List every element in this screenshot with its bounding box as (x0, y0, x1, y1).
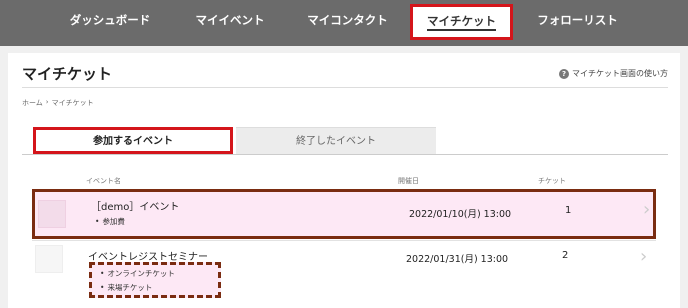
ticket-type: • オンラインチケット (100, 269, 175, 278)
nav-item-my-events[interactable]: マイイベント (180, 0, 280, 46)
top-navigation: ダッシュボード マイイベント マイコンタクト マイチケット フォローリスト (0, 0, 688, 46)
nav-item-dashboard[interactable]: ダッシュボード (60, 0, 160, 46)
tab-label: 参加するイベント (93, 136, 173, 147)
tab-label: 終了したイベント (296, 136, 376, 147)
tab-past-events[interactable]: 終了したイベント (236, 127, 436, 154)
event-name: ［demo］イベント (91, 202, 180, 213)
event-name: イベントレジストセミナー (88, 252, 208, 263)
nav-item-follow-list[interactable]: フォローリスト (525, 0, 630, 46)
ticket-type: • 参加費 (95, 217, 125, 226)
event-date: 2022/01/31(月) 13:00 (406, 254, 509, 265)
nav-item-label: マイチケット (427, 14, 496, 31)
ticket-count: 2 (562, 250, 569, 261)
row-divider (32, 240, 656, 241)
breadcrumb: ホーム › マイチケット (22, 98, 94, 108)
tab-upcoming-events[interactable]: 参加するイベント (33, 127, 233, 154)
chevron-right-icon: › (643, 199, 651, 220)
question-icon: ? (559, 68, 569, 79)
help-link[interactable]: ? マイチケット画面の使い方 (559, 68, 668, 79)
ticket-type-label: オンラインチケット (107, 269, 175, 278)
help-link-label: マイチケット画面の使い方 (572, 69, 668, 78)
nav-item-label: マイイベント (195, 13, 265, 27)
chevron-right-icon: › (640, 246, 648, 267)
nav-item-label: フォローリスト (537, 13, 618, 27)
ticket-type-list: • オンラインチケット • 来場チケット (89, 262, 221, 298)
column-header-ticket: チケット (538, 177, 566, 185)
event-thumbnail (38, 200, 66, 228)
table-row[interactable]: イベントレジストセミナー • オンラインチケット • 来場チケット 2022/01/… (32, 243, 656, 308)
ticket-type-label: 参加費 (102, 217, 125, 226)
main-card: マイチケット ? マイチケット画面の使い方 ホーム › マイチケット 参加するイ… (8, 53, 680, 308)
event-thumbnail (35, 245, 63, 273)
ticket-type-label: 来場チケット (107, 283, 153, 292)
tab-divider (22, 154, 668, 155)
column-header-date: 開催日 (398, 177, 419, 185)
nav-item-my-tickets[interactable]: マイチケット (410, 4, 513, 40)
page-title: マイチケット (22, 65, 113, 83)
divider (22, 87, 668, 88)
table-row[interactable]: ［demo］イベント • 参加費 2022/01/10(月) 13:00 1 › (32, 189, 656, 239)
nav-item-label: ダッシュボード (69, 13, 151, 27)
ticket-count: 1 (565, 205, 572, 216)
nav-item-my-contacts[interactable]: マイコンタクト (295, 0, 400, 46)
breadcrumb-home[interactable]: ホーム (22, 98, 43, 108)
event-date: 2022/01/10(月) 13:00 (409, 209, 512, 220)
breadcrumb-current: マイチケット (51, 99, 94, 107)
nav-item-label: マイコンタクト (307, 13, 388, 27)
ticket-type: • 来場チケット (100, 283, 153, 292)
column-header-name: イベント名 (86, 177, 121, 185)
breadcrumb-separator: › (45, 98, 49, 106)
